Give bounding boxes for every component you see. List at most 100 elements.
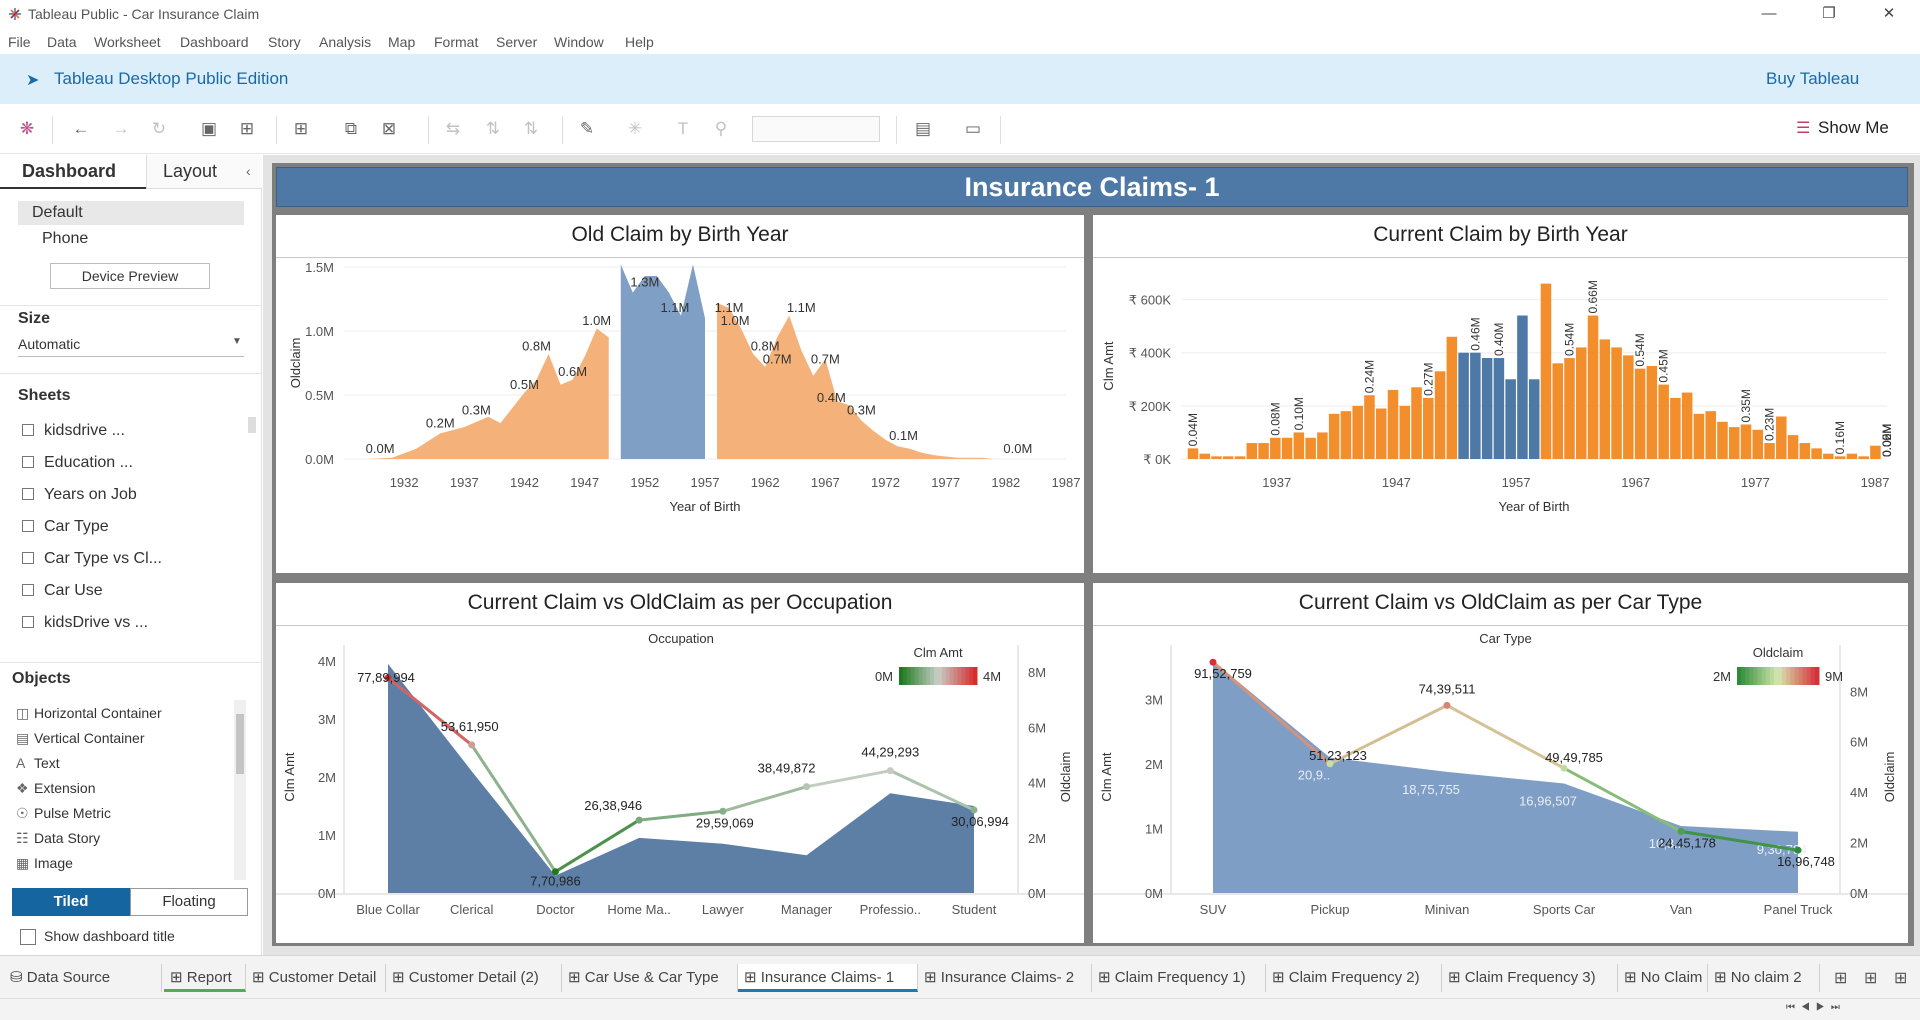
object-horizontal-container[interactable]: ◫ Horizontal Container <box>16 705 162 722</box>
show-title-checkbox[interactable] <box>20 929 36 945</box>
tab-sheet[interactable]: ⊞ Claim Frequency 2) <box>1266 964 1442 992</box>
label-icon[interactable]: T <box>672 118 694 140</box>
sheet-item[interactable]: Car Type vs Cl... <box>22 550 162 568</box>
device-default[interactable]: Default <box>18 201 244 225</box>
car-type-panel[interactable]: Current Claim vs OldClaim as per Car Typ… <box>1093 583 1908 943</box>
chevron-down-icon[interactable]: ▼ <box>232 336 242 347</box>
new-story-tab-icon[interactable]: ⊞ <box>1894 968 1907 988</box>
sheet-item[interactable]: kidsDrive vs ... <box>22 614 148 632</box>
swap-icon[interactable]: ⇆ <box>442 118 464 140</box>
old-claim-chart[interactable]: 0.0M 0.5M 1.0M 1.5M 1932 1937 1942 1947 1952 1957… <box>276 259 1084 573</box>
new-data-source-icon[interactable]: ⊞ <box>236 118 258 140</box>
bar <box>1564 358 1575 459</box>
tab-sheet[interactable]: ⊞ Customer Detail <box>246 964 386 992</box>
restore-icon[interactable]: ❐ <box>1806 2 1852 26</box>
show-cards-icon[interactable]: ▤ <box>912 118 934 140</box>
data-label: 0.1M <box>889 428 918 443</box>
tab-sheet[interactable]: ⊞ Customer Detail (2) <box>386 964 562 992</box>
data-label: 0.66M <box>1586 280 1600 313</box>
tab-sheet[interactable]: ⊞ No Claim <box>1618 964 1708 992</box>
clear-sheet-icon[interactable]: ⊠ <box>378 118 400 140</box>
new-worksheet-tab-icon[interactable]: ⊞ <box>1834 968 1847 988</box>
old-claim-panel[interactable]: Old Claim by Birth Year 0.0M 0.5M 1.0M 1.5M… <box>276 215 1084 573</box>
menu-map[interactable]: Map <box>388 34 415 50</box>
menu-file[interactable]: File <box>8 34 31 50</box>
tab-sheet[interactable]: ⊞ Insurance Claims- 2 <box>918 964 1092 992</box>
tab-sheet-active[interactable]: ⊞ Insurance Claims- 1 <box>738 964 918 992</box>
show-me-icon[interactable]: ☰ <box>1796 118 1810 138</box>
tab-layout[interactable]: Layout <box>146 155 262 189</box>
close-icon[interactable]: ✕ <box>1866 2 1912 26</box>
menu-dashboard[interactable]: Dashboard <box>180 34 249 50</box>
collapse-pane-icon[interactable]: ‹ <box>246 163 251 179</box>
menu-data[interactable]: Data <box>47 34 77 50</box>
duplicate-icon[interactable]: ⧉ <box>340 118 362 140</box>
pin-icon: ➤ <box>26 72 40 89</box>
group-icon[interactable]: ✳ <box>624 118 646 140</box>
sheet-item[interactable]: kidsdrive ... <box>22 422 125 440</box>
sheet-item[interactable]: Car Use <box>22 582 103 600</box>
sheet-item[interactable]: Education ... <box>22 454 133 472</box>
tab-sheet[interactable]: ⊞ Car Use & Car Type <box>562 964 738 992</box>
line-label: 30,06,994 <box>951 814 1009 829</box>
occupation-chart[interactable]: Occupation 0M 1M 2M 3M 4M 0M 2M 4M 6M 8M Blue Colla… <box>276 627 1084 943</box>
sheet-item[interactable]: Car Type <box>22 518 109 536</box>
data-label: 0.00M <box>1880 424 1894 457</box>
pin-axis-icon[interactable]: ⚲ <box>710 118 732 140</box>
current-claim-panel[interactable]: Current Claim by Birth Year ₹ 0K ₹ 200K ₹ … <box>1093 215 1908 573</box>
tab-nav-icon[interactable]: ⏮◀▶⏭ <box>1786 1002 1846 1013</box>
tab-sheet[interactable]: ⊞ No claim 2 <box>1708 964 1820 992</box>
object-pulse-metric[interactable]: ☉ Pulse Metric <box>16 805 111 822</box>
tableau-home-icon[interactable]: ❋ <box>16 118 38 140</box>
sheet-item[interactable]: Years on Job <box>22 486 137 504</box>
tab-data-source[interactable]: ⛁ Data Source <box>4 964 162 992</box>
device-preview-button[interactable]: Device Preview <box>50 263 210 289</box>
occupation-panel[interactable]: Current Claim vs OldClaim as per Occupat… <box>276 583 1084 943</box>
new-dashboard-tab-icon[interactable]: ⊞ <box>1864 968 1877 988</box>
floating-button[interactable]: Floating <box>130 888 248 916</box>
menu-server[interactable]: Server <box>496 34 537 50</box>
object-image[interactable]: ▦ Image <box>16 855 73 872</box>
minimize-icon[interactable]: — <box>1746 2 1792 26</box>
tab-sheet[interactable]: ⊞ Report <box>164 964 246 992</box>
menu-help[interactable]: Help <box>625 34 654 50</box>
object-data-story[interactable]: ☷ Data Story <box>16 830 100 847</box>
bar <box>1693 413 1705 459</box>
menu-story[interactable]: Story <box>268 34 301 50</box>
presentation-icon[interactable]: ▭ <box>962 118 984 140</box>
tab-sheet[interactable]: ⊞ Claim Frequency 1) <box>1092 964 1266 992</box>
menu-analysis[interactable]: Analysis <box>319 34 371 50</box>
sheets-scrollbar[interactable] <box>248 417 256 433</box>
device-phone[interactable]: Phone <box>42 230 88 248</box>
new-worksheet-icon[interactable]: ⊞ <box>290 118 312 140</box>
buy-tableau-link[interactable]: Buy Tableau <box>1766 69 1859 89</box>
undo-icon[interactable]: ← <box>70 118 92 140</box>
replay-icon[interactable]: ↻ <box>148 118 170 140</box>
sort-asc-icon[interactable]: ⇅ <box>482 118 504 140</box>
object-text[interactable]: A Text <box>16 755 60 771</box>
menu-worksheet[interactable]: Worksheet <box>94 34 161 50</box>
show-me-button[interactable]: Show Me <box>1818 118 1889 138</box>
menu-format[interactable]: Format <box>434 34 478 50</box>
line-label: 7,70,986 <box>530 874 581 889</box>
save-icon[interactable]: ▣ <box>198 118 220 140</box>
object-extension[interactable]: ❖ Extension <box>16 780 95 797</box>
current-claim-chart[interactable]: ₹ 0K ₹ 200K ₹ 400K ₹ 600K 1937 1947 1957 1967 19… <box>1093 259 1908 573</box>
car-type-chart[interactable]: Car Type 0M 1M 2M 3M 0M 2M 4M 6M 8M SUV Pickup Miniv… <box>1093 627 1908 943</box>
x-tick-label: 1977 <box>931 475 960 490</box>
tiled-button[interactable]: Tiled <box>12 888 130 916</box>
bar <box>1281 437 1293 459</box>
line-point <box>886 767 894 775</box>
highlight-icon[interactable]: ✎ <box>576 118 598 140</box>
tab-sheet[interactable]: ⊞ Claim Frequency 3) <box>1442 964 1618 992</box>
redo-icon[interactable]: → <box>110 118 132 140</box>
object-vertical-container[interactable]: ▤ Vertical Container <box>16 730 145 747</box>
objects-scrollbar[interactable] <box>234 700 246 880</box>
sort-desc-icon[interactable]: ⇅ <box>520 118 542 140</box>
size-dropdown[interactable]: Automatic <box>18 336 80 352</box>
bar <box>1752 429 1764 459</box>
size-header: Size <box>18 310 51 327</box>
menu-window[interactable]: Window <box>554 34 604 50</box>
fit-dropdown[interactable] <box>752 116 880 142</box>
tab-dashboard[interactable]: Dashboard <box>0 155 146 189</box>
